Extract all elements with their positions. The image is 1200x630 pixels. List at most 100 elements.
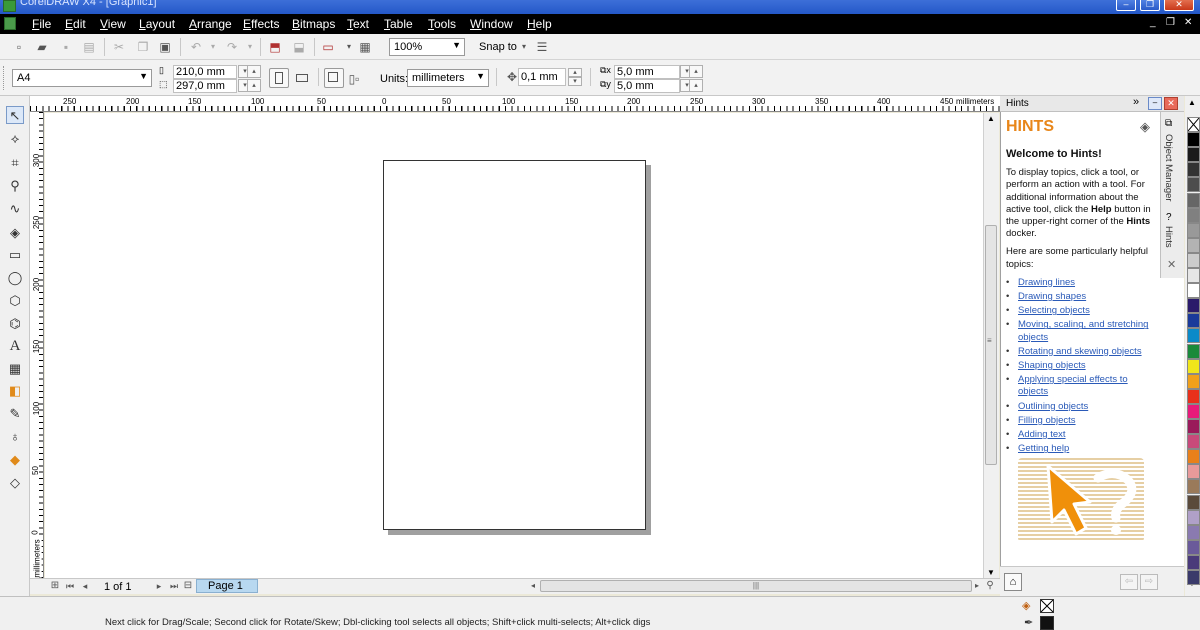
- menu-window[interactable]: Window: [470, 17, 513, 31]
- ellipse-tool-icon[interactable]: ◯: [6, 269, 24, 287]
- color-swatch[interactable]: [1187, 524, 1200, 540]
- docker-close-icon[interactable]: ✕: [1164, 97, 1178, 110]
- doc-restore-icon[interactable]: ❐: [1166, 17, 1175, 28]
- menu-table[interactable]: Table: [384, 17, 413, 31]
- duplicate-x-field[interactable]: 5,0 mm: [614, 65, 680, 79]
- redo-icon[interactable]: ↷: [225, 40, 239, 54]
- menu-help[interactable]: Help: [527, 17, 552, 31]
- color-swatch[interactable]: [1187, 358, 1200, 374]
- topic-link-drawing-shapes[interactable]: Drawing shapes: [1018, 291, 1086, 302]
- first-page-icon[interactable]: ⏮: [63, 579, 77, 593]
- horizontal-scroll-thumb[interactable]: |||: [540, 580, 972, 592]
- launcher-dropdown-icon[interactable]: ▾: [342, 40, 356, 54]
- color-swatch[interactable]: [1187, 283, 1200, 299]
- back-arrow-icon[interactable]: ⇦: [1120, 574, 1138, 590]
- paper-type-combo[interactable]: A4 ▼: [12, 69, 152, 87]
- doc-close-icon[interactable]: ✕: [1184, 17, 1192, 28]
- color-swatch[interactable]: [1187, 192, 1200, 208]
- color-swatch[interactable]: [1187, 494, 1200, 510]
- topic-link-adding-text[interactable]: Adding text: [1018, 429, 1066, 440]
- polygon-tool-icon[interactable]: ⬡: [6, 292, 24, 310]
- landscape-button[interactable]: [292, 68, 312, 88]
- color-swatch[interactable]: [1187, 237, 1200, 253]
- current-page-icon[interactable]: ▯▫: [347, 72, 361, 86]
- freehand-tool-icon[interactable]: ∿: [6, 200, 24, 218]
- units-combo[interactable]: millimeters ▼: [407, 69, 489, 87]
- import-icon[interactable]: ⬒: [268, 40, 282, 54]
- forward-arrow-icon[interactable]: ⇨: [1140, 574, 1158, 590]
- tab-object-manager[interactable]: Object Manager: [1163, 134, 1174, 202]
- eyedropper-tool-icon[interactable]: ✎: [6, 405, 24, 423]
- color-swatch[interactable]: [1187, 539, 1200, 555]
- menu-bitmaps[interactable]: Bitmaps: [292, 17, 335, 31]
- drawing-page[interactable]: [383, 160, 646, 530]
- text-tool-icon[interactable]: A: [6, 337, 24, 355]
- save-icon[interactable]: ▪: [59, 40, 73, 54]
- color-swatch[interactable]: [1187, 207, 1200, 223]
- home-icon[interactable]: ⌂: [1004, 573, 1022, 591]
- scroll-right-icon[interactable]: ▸: [970, 579, 984, 593]
- color-swatch[interactable]: [1187, 373, 1200, 389]
- undo-icon[interactable]: ↶: [189, 40, 203, 54]
- docker-expand-icon[interactable]: »: [1133, 96, 1139, 108]
- export-icon[interactable]: ⬓: [292, 40, 306, 54]
- crop-tool-icon[interactable]: ⌗: [6, 154, 24, 172]
- nudge-spin-up-icon[interactable]: ▴: [568, 68, 582, 77]
- next-page-icon[interactable]: ▸: [152, 579, 166, 593]
- color-swatch[interactable]: [1187, 419, 1200, 434]
- fill-tool-icon[interactable]: ◆: [6, 451, 24, 469]
- color-swatch[interactable]: [1187, 298, 1200, 314]
- shape-tool-icon[interactable]: ⟡: [6, 130, 24, 148]
- color-swatch[interactable]: [1187, 403, 1200, 419]
- color-swatch[interactable]: [1187, 343, 1200, 359]
- horizontal-ruler[interactable]: 250 200 150 100 50 0 50 100 150 200 250 …: [30, 96, 1000, 112]
- color-swatch[interactable]: [1187, 449, 1200, 465]
- basic-shapes-tool-icon[interactable]: ⌬: [6, 315, 24, 333]
- duplicate-y-field[interactable]: 5,0 mm: [614, 79, 680, 93]
- zoom-levels-combo[interactable]: 100% ▼: [389, 38, 465, 56]
- topic-link-selecting-objects[interactable]: Selecting objects: [1018, 305, 1090, 316]
- no-color-swatch[interactable]: [1187, 117, 1200, 132]
- last-page-icon[interactable]: ⏭: [167, 579, 181, 593]
- doc-minimize-icon[interactable]: _: [1150, 17, 1156, 28]
- menu-effects[interactable]: Effects: [243, 17, 279, 31]
- application-launcher-icon[interactable]: ▭: [321, 40, 335, 54]
- color-swatch[interactable]: [1187, 177, 1200, 193]
- menu-layout[interactable]: Layout: [139, 17, 175, 31]
- paste-icon[interactable]: ▣: [158, 40, 172, 54]
- new-icon[interactable]: ▫: [12, 40, 26, 54]
- no-fill-swatch[interactable]: [1040, 599, 1054, 613]
- add-page-before-icon[interactable]: ⊞: [48, 579, 62, 593]
- color-swatch[interactable]: [1187, 132, 1200, 148]
- close-tab-icon[interactable]: ✕: [1167, 258, 1176, 271]
- snap-dropdown-icon[interactable]: ▾: [517, 40, 531, 54]
- color-swatch[interactable]: [1187, 434, 1200, 450]
- zoom-tool-icon[interactable]: ⚲: [6, 177, 24, 195]
- color-swatch[interactable]: [1187, 479, 1200, 495]
- menu-arrange[interactable]: Arrange: [189, 17, 232, 31]
- snap-to-label[interactable]: Snap to: [479, 41, 517, 53]
- color-swatch[interactable]: [1187, 268, 1200, 283]
- menu-file[interactable]: File: [32, 17, 51, 31]
- menu-tools[interactable]: Tools: [428, 17, 456, 31]
- interactive-fill-tool-icon[interactable]: ◇: [6, 474, 24, 492]
- smart-fill-tool-icon[interactable]: ◈: [6, 224, 24, 242]
- color-swatch[interactable]: [1187, 162, 1200, 178]
- width-spin-up-icon[interactable]: ▴: [247, 65, 261, 78]
- print-icon[interactable]: ▤: [82, 40, 96, 54]
- color-swatch[interactable]: [1187, 554, 1200, 570]
- color-swatch[interactable]: [1187, 313, 1200, 329]
- topic-link-moving-scaling[interactable]: Moving, scaling, and stretching objects: [1018, 319, 1148, 342]
- pick-tool-icon[interactable]: ↖: [6, 106, 24, 124]
- interactive-tools-icon[interactable]: ◧: [6, 382, 24, 400]
- navigator-icon[interactable]: ⚲: [983, 579, 997, 593]
- redo-dropdown-icon[interactable]: ▾: [243, 40, 257, 54]
- nudge-spin-down-icon[interactable]: ▾: [568, 77, 582, 86]
- paper-height-field[interactable]: 297,0 mm: [173, 79, 237, 93]
- table-tool-icon[interactable]: ▦: [6, 360, 24, 378]
- maximize-button[interactable]: ❐: [1140, 0, 1160, 11]
- color-swatch[interactable]: [1187, 388, 1200, 404]
- rectangle-tool-icon[interactable]: ▭: [6, 246, 24, 264]
- scroll-left-icon[interactable]: ◂: [526, 579, 540, 593]
- outline-tool-icon[interactable]: ♁: [6, 428, 24, 446]
